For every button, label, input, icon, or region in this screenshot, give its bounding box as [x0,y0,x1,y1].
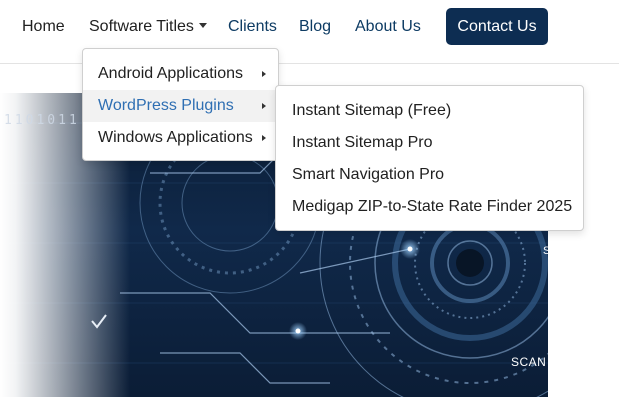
menu-item-label: Windows Applications [98,129,253,146]
chevron-right-icon [262,135,266,141]
nav-software-titles-label: Software Titles [89,18,194,35]
submenu-item-instant-sitemap-pro[interactable]: Instant Sitemap Pro [276,127,583,159]
submenu-item-smart-navigation-pro[interactable]: Smart Navigation Pro [276,159,583,191]
page: Home Software Titles Clients Blog About … [0,0,619,397]
chevron-right-icon [262,103,266,109]
menu-item-wordpress-plugins[interactable]: WordPress Plugins [83,90,278,122]
submenu-item-medigap-rate-finder[interactable]: Medigap ZIP-to-State Rate Finder 2025 [276,191,583,223]
menu-item-label: WordPress Plugins [98,97,234,114]
hero-edge-text: S [543,245,548,257]
menu-item-android-applications[interactable]: Android Applications [83,58,278,90]
hero-scan-text: SCAN [511,355,547,369]
contact-us-button[interactable]: Contact Us [446,8,548,45]
nav-blog-link[interactable]: Blog [299,17,331,37]
nav-clients-link[interactable]: Clients [228,17,277,37]
nav-about-link[interactable]: About Us [355,17,421,37]
software-titles-menu: Android Applications WordPress Plugins W… [82,48,279,161]
nav-home-link[interactable]: Home [22,17,65,37]
submenu-item-instant-sitemap-free[interactable]: Instant Sitemap (Free) [276,95,583,127]
menu-item-windows-applications[interactable]: Windows Applications [83,122,278,154]
chevron-right-icon [262,71,266,77]
wordpress-plugins-submenu: Instant Sitemap (Free) Instant Sitemap P… [275,85,584,231]
hero-binary-text: 1101011 [4,113,80,128]
menu-item-label: Android Applications [98,65,243,82]
caret-down-icon [198,23,207,28]
nav-software-titles-dropdown[interactable]: Software Titles [89,17,207,37]
